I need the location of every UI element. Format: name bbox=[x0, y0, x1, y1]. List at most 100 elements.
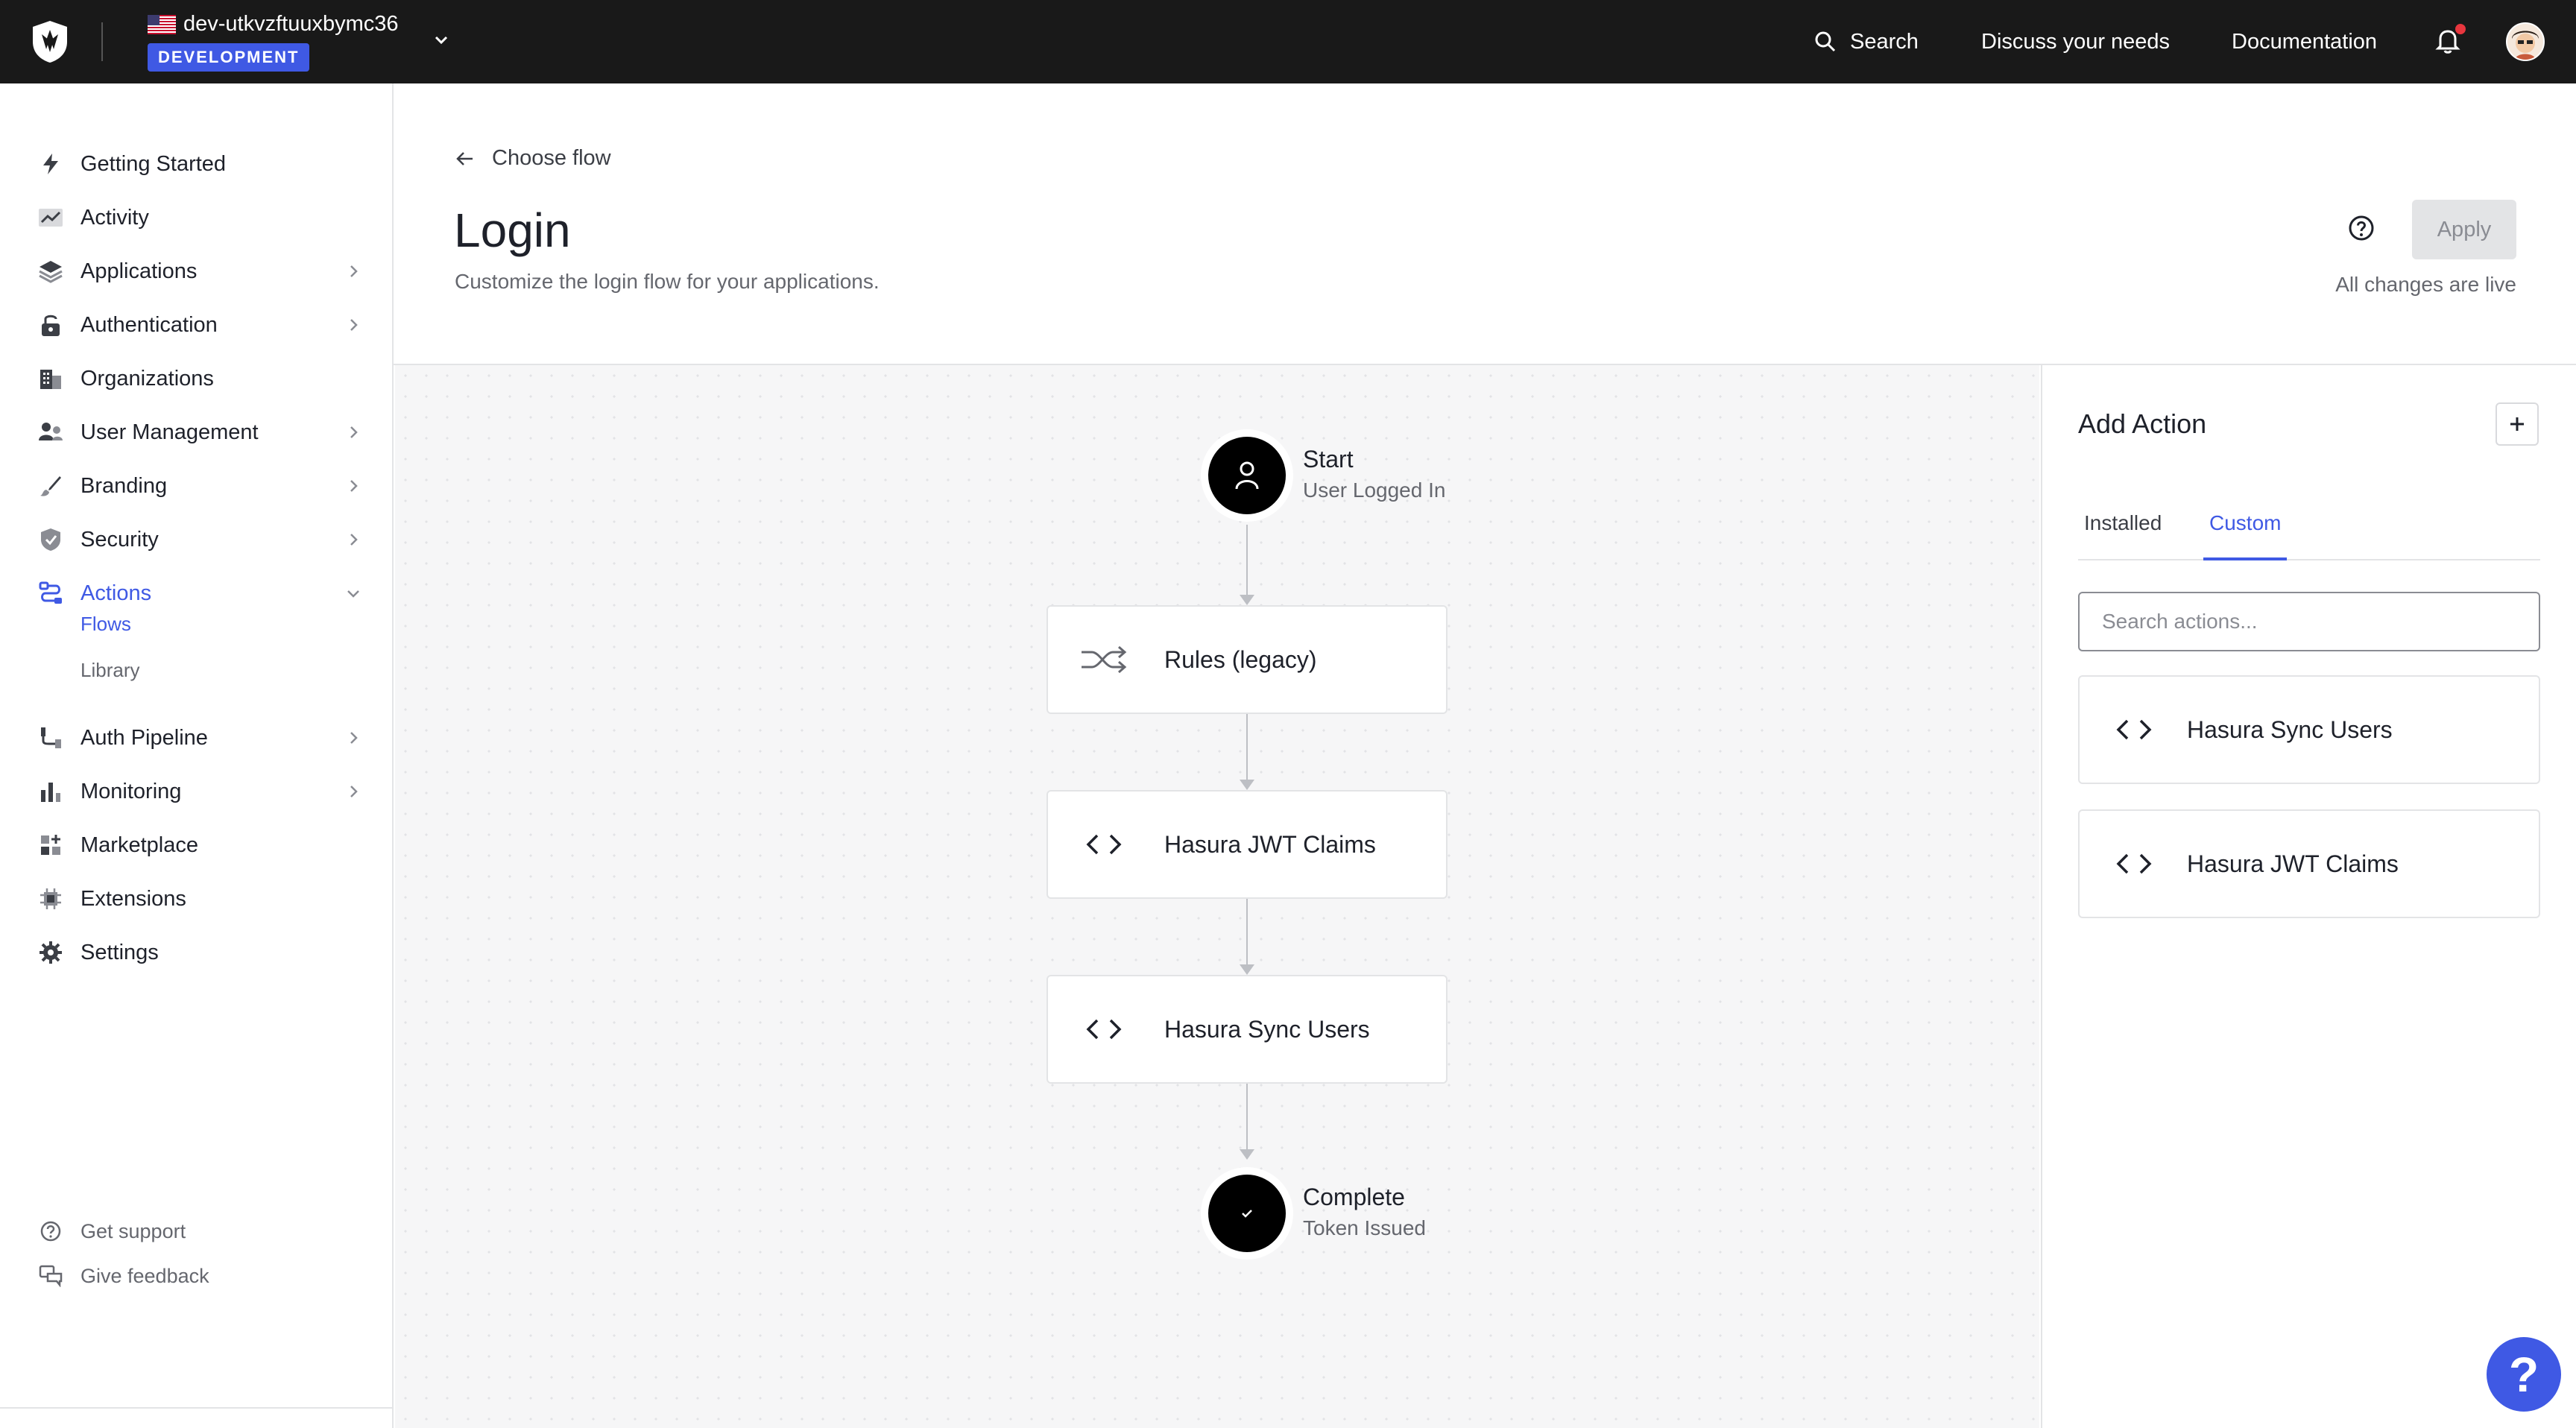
sidebar-item-marketplace[interactable]: Marketplace bbox=[36, 824, 364, 866]
panel-title: Add Action bbox=[2078, 408, 2207, 439]
sidebar-item-label: User Management bbox=[80, 420, 259, 444]
chip-icon bbox=[36, 884, 66, 914]
flow-arrow-icon bbox=[1240, 964, 1254, 975]
sidebar: Getting Started Activity Applications Au… bbox=[0, 83, 394, 1428]
add-action-panel: Add Action Installed Custom Hasura Sync … bbox=[2041, 365, 2576, 1428]
search-icon bbox=[1815, 31, 1836, 52]
user-icon bbox=[1235, 461, 1259, 490]
building-icon bbox=[36, 364, 66, 394]
auth0-logo-icon[interactable] bbox=[30, 19, 70, 64]
flow-connector bbox=[1246, 1084, 1248, 1154]
flow-step-label: Hasura JWT Claims bbox=[1164, 830, 1376, 858]
sidebar-item-branding[interactable]: Branding bbox=[36, 465, 364, 507]
code-icon bbox=[1078, 830, 1130, 859]
changes-status-text: All changes are live bbox=[2335, 273, 2516, 296]
search-actions-input[interactable] bbox=[2078, 592, 2540, 651]
chevron-right-icon bbox=[350, 480, 358, 492]
help-icon[interactable] bbox=[2348, 215, 2375, 241]
code-icon bbox=[2115, 849, 2153, 879]
pipeline-icon bbox=[36, 723, 66, 753]
sidebar-item-label: Monitoring bbox=[80, 779, 182, 803]
sidebar-item-security[interactable]: Security bbox=[36, 519, 364, 560]
add-action-button[interactable] bbox=[2496, 402, 2539, 446]
flow-step-card[interactable]: Rules (legacy) bbox=[1046, 605, 1448, 714]
sidebar-subitem-library[interactable]: Library bbox=[80, 659, 139, 682]
sidebar-item-settings[interactable]: Settings bbox=[36, 932, 364, 973]
tab-custom[interactable]: Custom bbox=[2203, 508, 2288, 560]
shuffle-icon bbox=[1078, 645, 1130, 674]
user-avatar[interactable] bbox=[2506, 22, 2545, 61]
chevron-right-icon bbox=[350, 265, 358, 277]
lightning-icon bbox=[36, 149, 66, 179]
flow-arrow-icon bbox=[1240, 780, 1254, 790]
sidebar-item-extensions[interactable]: Extensions bbox=[36, 878, 364, 920]
gear-icon bbox=[36, 938, 66, 967]
sidebar-item-label: Auth Pipeline bbox=[80, 725, 208, 750]
get-support-link[interactable]: Get support bbox=[36, 1216, 186, 1246]
sidebar-item-label: Getting Started bbox=[80, 151, 227, 176]
check-icon bbox=[1242, 1210, 1252, 1218]
chevron-right-icon bbox=[350, 732, 358, 744]
sidebar-item-auth-pipeline[interactable]: Auth Pipeline bbox=[36, 717, 364, 759]
documentation-link[interactable]: Documentation bbox=[2232, 27, 2377, 57]
help-circle-icon bbox=[36, 1216, 66, 1246]
page-title: Login bbox=[454, 203, 571, 257]
flow-step-card[interactable]: Hasura JWT Claims bbox=[1046, 790, 1448, 899]
search-button[interactable]: Search bbox=[1814, 27, 1919, 57]
apply-button[interactable]: Apply bbox=[2412, 200, 2516, 259]
get-support-label: Get support bbox=[80, 1219, 186, 1242]
sidebar-item-label: Organizations bbox=[80, 366, 214, 391]
notification-dot bbox=[2455, 24, 2466, 34]
flow-end-node bbox=[1201, 1167, 1293, 1260]
users-icon bbox=[36, 417, 66, 447]
code-icon bbox=[1078, 1014, 1130, 1044]
code-icon bbox=[2115, 715, 2153, 745]
page-subtitle: Customize the login flow for your applic… bbox=[455, 270, 880, 293]
tenant-name[interactable]: dev-utkvzftuuxbymc36 bbox=[183, 12, 399, 37]
flow-end-title: Complete bbox=[1303, 1184, 1405, 1210]
sidebar-item-getting-started[interactable]: Getting Started bbox=[36, 143, 364, 185]
flow-start-node bbox=[1201, 429, 1293, 522]
sidebar-item-actions[interactable]: Actions bbox=[36, 572, 364, 614]
flow-arrow-icon bbox=[1240, 1149, 1254, 1160]
action-card-label: Hasura JWT Claims bbox=[2187, 850, 2399, 877]
flow-step-label: Hasura Sync Users bbox=[1164, 1015, 1370, 1043]
sidebar-item-user-management[interactable]: User Management bbox=[36, 411, 364, 453]
sidebar-item-label: Settings bbox=[80, 940, 159, 964]
flow-connector bbox=[1246, 899, 1248, 969]
give-feedback-label: Give feedback bbox=[80, 1264, 209, 1287]
sidebar-item-applications[interactable]: Applications bbox=[36, 250, 364, 292]
sidebar-item-organizations[interactable]: Organizations bbox=[36, 358, 364, 399]
action-card-label: Hasura Sync Users bbox=[2187, 715, 2393, 743]
flow-start-subtitle: User Logged In bbox=[1303, 478, 1446, 502]
give-feedback-link[interactable]: Give feedback bbox=[36, 1261, 209, 1291]
sidebar-item-monitoring[interactable]: Monitoring bbox=[36, 771, 364, 812]
help-chat-button[interactable]: ? bbox=[2487, 1337, 2561, 1412]
choose-flow-back-link[interactable]: Choose flow bbox=[455, 146, 611, 171]
avatar-face-icon bbox=[2507, 24, 2543, 60]
flow-connector bbox=[1246, 714, 1248, 784]
sidebar-item-label: Branding bbox=[80, 473, 168, 498]
chevron-down-icon bbox=[347, 590, 359, 598]
tab-installed[interactable]: Installed bbox=[2078, 508, 2168, 560]
sidebar-subitem-flows[interactable]: Flows bbox=[80, 613, 131, 636]
discuss-needs-link[interactable]: Discuss your needs bbox=[1981, 27, 2170, 57]
chevron-down-icon[interactable] bbox=[431, 30, 452, 51]
flow-step-label: Rules (legacy) bbox=[1164, 645, 1317, 673]
sidebar-divider bbox=[0, 1407, 394, 1409]
actions-icon bbox=[36, 578, 66, 608]
arrow-left-icon bbox=[456, 151, 473, 165]
feedback-icon bbox=[36, 1261, 66, 1291]
sidebar-item-authentication[interactable]: Authentication bbox=[36, 304, 364, 346]
activity-chart-icon bbox=[36, 203, 66, 233]
us-flag-icon bbox=[148, 15, 176, 34]
flow-step-card[interactable]: Hasura Sync Users bbox=[1046, 975, 1448, 1084]
top-divider bbox=[101, 22, 103, 61]
flow-end-subtitle: Token Issued bbox=[1303, 1216, 1426, 1239]
action-card[interactable]: Hasura JWT Claims bbox=[2078, 809, 2540, 918]
action-card[interactable]: Hasura Sync Users bbox=[2078, 675, 2540, 784]
environment-badge: DEVELOPMENT bbox=[148, 43, 310, 72]
chevron-right-icon bbox=[350, 534, 358, 546]
back-link-label: Choose flow bbox=[492, 146, 611, 170]
sidebar-item-activity[interactable]: Activity bbox=[36, 197, 364, 238]
